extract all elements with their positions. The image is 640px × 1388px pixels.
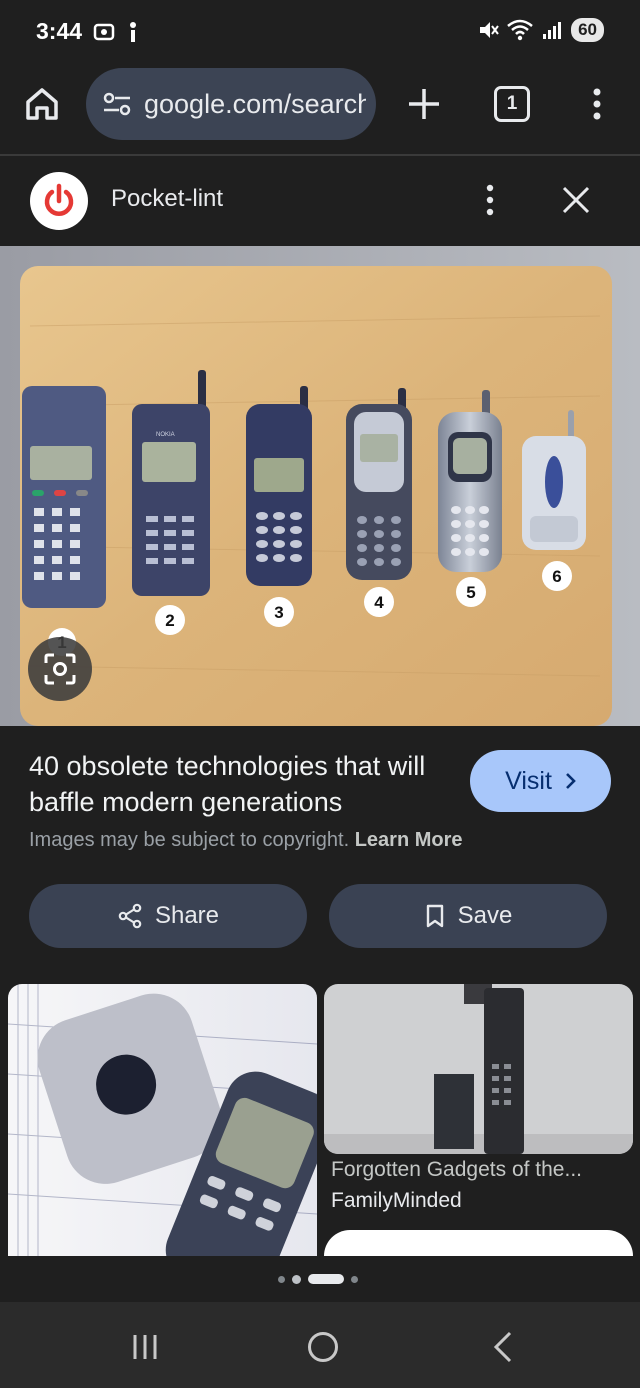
flip-phones-photo (8, 984, 317, 1256)
related-caption[interactable]: Forgotten Gadgets of the... (331, 1158, 582, 1182)
lens-icon (44, 653, 76, 685)
overflow-menu-icon[interactable] (580, 84, 614, 124)
battery-indicator: 60 (571, 18, 604, 42)
home-nav-icon[interactable] (308, 1332, 338, 1362)
visit-button[interactable]: Visit (470, 750, 611, 812)
pager-dot (292, 1274, 301, 1284)
mute-icon (480, 22, 499, 38)
copyright-text: Images may be subject to copyright. (29, 829, 350, 851)
brick-phone-photo (324, 984, 633, 1154)
source-name[interactable]: Pocket-lint (111, 185, 223, 213)
status-time: 3:44 (36, 18, 83, 44)
url-text[interactable]: google.com/search (144, 89, 366, 120)
related-source[interactable]: FamilyMinded (331, 1189, 462, 1213)
phones-photo: NOKIA 2 3 4 5 6 (0, 246, 640, 726)
status-right-icons: 60 (477, 18, 604, 42)
phone-number-3: 3 (274, 603, 283, 622)
share-icon (118, 903, 142, 929)
recents-icon[interactable] (130, 1332, 160, 1362)
tab-switcher-button[interactable]: 1 (494, 86, 530, 122)
save-label: Save (457, 902, 513, 929)
visit-label: Visit (505, 766, 552, 795)
phone-number-6: 6 (552, 567, 561, 586)
save-button[interactable]: Save (329, 884, 607, 948)
pager-area (0, 1256, 640, 1302)
status-left-icons (92, 20, 140, 44)
address-bar[interactable]: google.com/search (86, 68, 376, 140)
source-header: Pocket-lint (0, 156, 640, 246)
share-button[interactable]: Share (29, 884, 307, 948)
phone-number-2: 2 (165, 611, 174, 630)
status-bar: 3:44 60 (0, 0, 640, 64)
back-icon[interactable] (490, 1330, 516, 1364)
signal-icon (543, 22, 562, 39)
result-title[interactable]: 40 obsolete technologies that will baffl… (29, 748, 449, 820)
pager-dot (278, 1275, 285, 1283)
google-lens-button[interactable] (28, 637, 92, 701)
share-label: Share (154, 902, 220, 929)
related-image-1[interactable] (8, 984, 317, 1256)
phone-5 (438, 390, 502, 572)
bookmark-icon (426, 904, 443, 928)
new-tab-icon[interactable] (404, 84, 444, 124)
page-indicator (278, 1274, 358, 1284)
phone-brand-label: NOKIA (156, 432, 175, 438)
pager-dot (351, 1275, 358, 1283)
wifi-icon (507, 19, 533, 41)
phone-1 (22, 386, 106, 608)
pocket-lint-logo[interactable] (30, 172, 88, 230)
phone-4 (346, 388, 412, 580)
pager-dot-active (308, 1274, 344, 1284)
power-icon (44, 183, 74, 216)
alert-icon (130, 22, 136, 42)
browser-toolbar: google.com/search 1 (0, 64, 640, 154)
home-icon[interactable] (22, 84, 62, 124)
phone-number-5: 5 (466, 583, 475, 602)
chevron-right-icon (565, 773, 576, 789)
copyright-notice: Images may be subject to copyright. Lear… (29, 829, 463, 852)
system-nav-bar (0, 1302, 640, 1388)
hero-image[interactable]: NOKIA 2 3 4 5 6 (0, 246, 640, 726)
site-settings-icon[interactable] (100, 87, 134, 121)
more-options-icon[interactable] (476, 182, 504, 218)
phone-number-4: 4 (374, 593, 384, 612)
learn-more-link[interactable]: Learn More (355, 829, 463, 851)
close-icon[interactable] (560, 184, 592, 216)
related-image-2[interactable] (324, 984, 633, 1154)
screenshot-icon (93, 23, 115, 41)
phone-3 (246, 386, 312, 586)
